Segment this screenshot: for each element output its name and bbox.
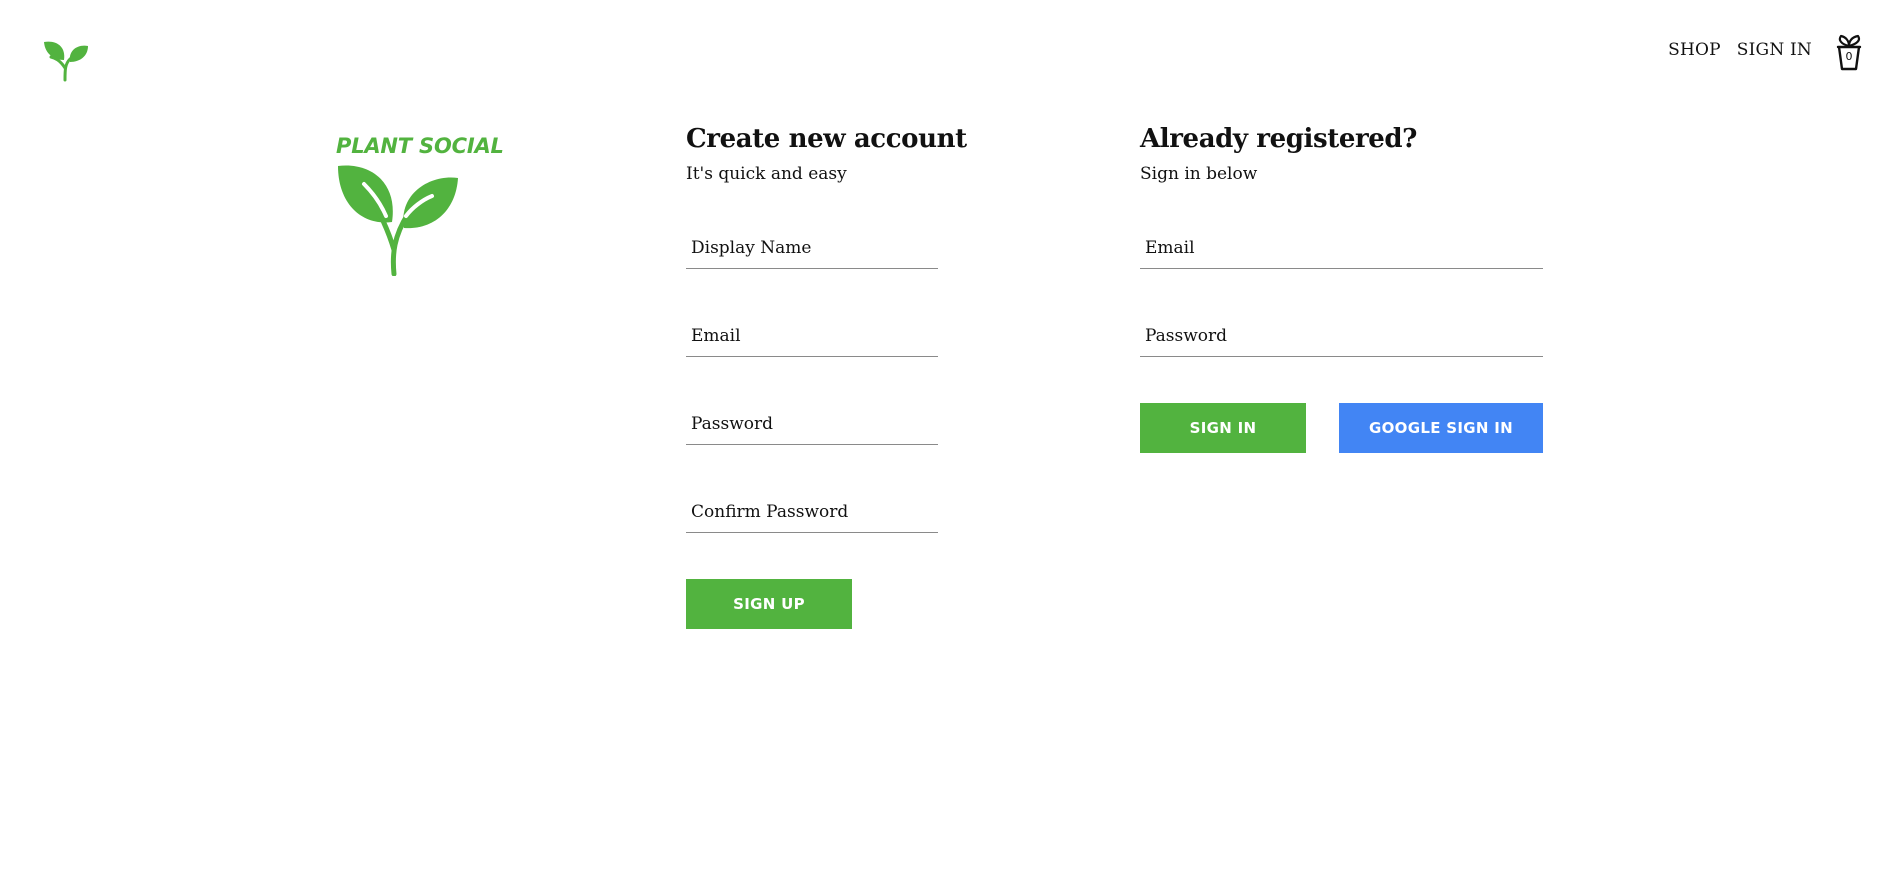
- sign-in-email-field[interactable]: [1140, 228, 1543, 268]
- sign-up-email-field[interactable]: [686, 316, 938, 356]
- sign-up-password-field[interactable]: [686, 404, 938, 444]
- password-field-wrapper: [1140, 316, 1543, 357]
- top-nav: SHOP SIGN IN: [1652, 40, 1812, 60]
- sign-up-fields: [686, 228, 938, 533]
- sign-in-password-field[interactable]: [1140, 316, 1543, 356]
- display-name-field[interactable]: [686, 228, 938, 268]
- sign-in-subtitle: Sign in below: [1140, 164, 1258, 184]
- confirm-password-field[interactable]: [686, 492, 938, 532]
- sprout-icon[interactable]: [42, 38, 90, 82]
- brand-block: PLANT SOCIAL: [336, 134, 504, 276]
- display-name-field-wrapper: [686, 228, 938, 269]
- cart-button[interactable]: 0: [1832, 32, 1866, 72]
- google-sign-in-button[interactable]: GOOGLE SIGN IN: [1339, 403, 1543, 453]
- sign-in-fields: [1140, 228, 1543, 357]
- sign-up-subtitle: It's quick and easy: [686, 164, 847, 184]
- nav-sign-in-link[interactable]: SIGN IN: [1737, 40, 1812, 60]
- nav-shop-link[interactable]: SHOP: [1668, 40, 1721, 60]
- email-field-wrapper: [686, 316, 938, 357]
- sign-in-button[interactable]: SIGN IN: [1140, 403, 1306, 453]
- sign-up-button[interactable]: SIGN UP: [686, 579, 852, 629]
- sign-in-section: Already registered? Sign in below SIGN I…: [1140, 124, 1543, 453]
- sign-in-title: Already registered?: [1140, 124, 1418, 154]
- sprout-icon: [338, 165, 458, 276]
- brand-name: PLANT SOCIAL: [336, 134, 504, 158]
- sign-up-section: Create new account It's quick and easy S…: [686, 124, 967, 629]
- cart-count: 0: [1845, 50, 1853, 63]
- confirm-password-field-wrapper: [686, 492, 938, 533]
- sign-in-buttons: SIGN IN GOOGLE SIGN IN: [1140, 403, 1543, 453]
- password-field-wrapper: [686, 404, 938, 445]
- email-field-wrapper: [1140, 228, 1543, 269]
- sign-up-title: Create new account: [686, 124, 967, 154]
